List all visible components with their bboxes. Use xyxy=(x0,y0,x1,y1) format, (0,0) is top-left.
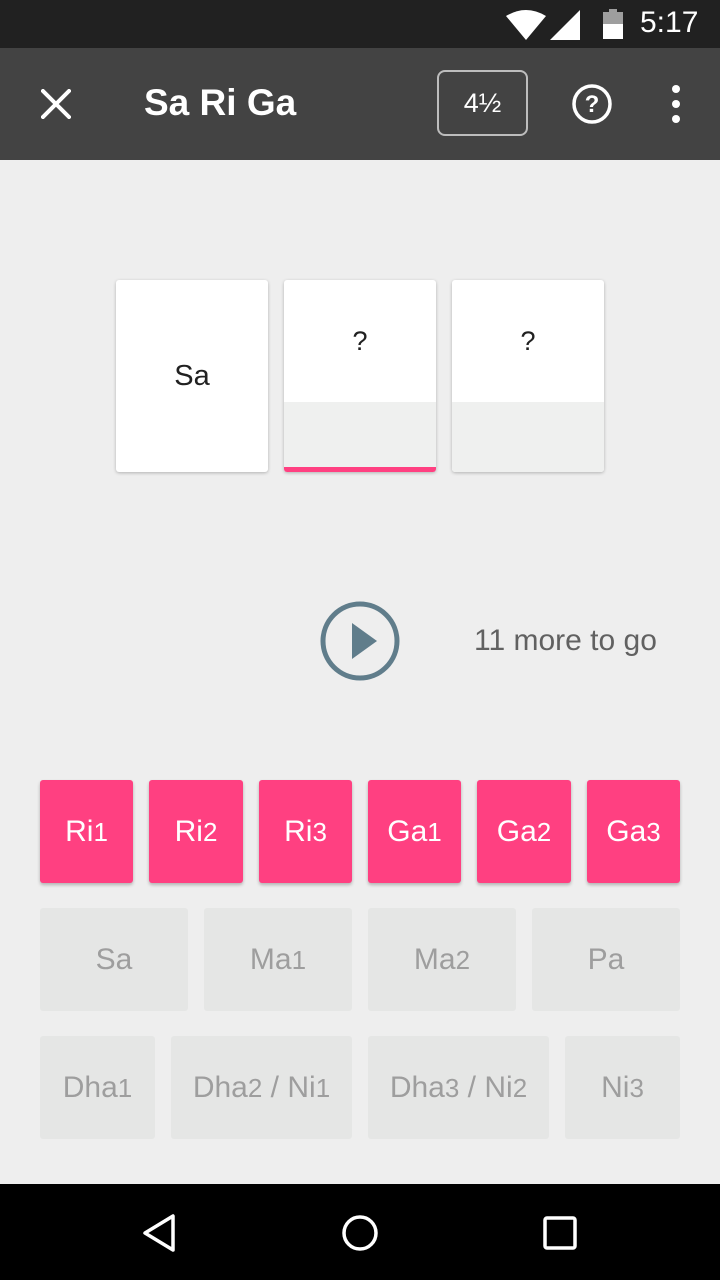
status-bar: 5:17 xyxy=(0,0,720,48)
answer-label: Ri xyxy=(65,814,94,848)
cell-signal-icon xyxy=(550,10,580,40)
answer-label: Ri xyxy=(174,814,203,848)
app-bar: Sa Ri Ga 4½ ? xyxy=(0,48,720,160)
play-icon xyxy=(352,623,377,659)
answer-label: Ga xyxy=(387,814,428,848)
close-icon xyxy=(41,89,71,119)
answer-button-ga2[interactable]: Ga 2 xyxy=(477,780,571,883)
note-card-answer-slot xyxy=(452,402,604,472)
note-card-label: ? xyxy=(520,326,536,356)
answer-label: Ma xyxy=(249,942,292,976)
answer-button-pa: Pa xyxy=(532,908,680,1011)
answer-button-ma1: Ma 1 xyxy=(204,908,352,1011)
answer-label: Ri xyxy=(284,814,313,848)
answer-button-ri3[interactable]: Ri 3 xyxy=(259,780,352,883)
answer-label: Pa xyxy=(587,942,625,976)
answer-button-ga3[interactable]: Ga 3 xyxy=(587,780,680,883)
note-card-label: ? xyxy=(352,326,368,356)
answer-button-ma2: Ma 2 xyxy=(368,908,516,1011)
answer-button-sa: Sa xyxy=(40,908,188,1011)
wifi-icon xyxy=(506,10,546,40)
answer-label: Ga xyxy=(496,814,537,848)
recents-icon[interactable] xyxy=(535,1208,585,1258)
note-card-1: Sa xyxy=(116,280,268,472)
note-card-answer-slot xyxy=(284,402,436,472)
answer-button-dha2-ni1: Dha 2 / Ni 1 xyxy=(171,1036,352,1139)
more-vert-icon[interactable] xyxy=(660,78,692,130)
answer-button-dha3-ni2: Dha 3 / Ni 2 xyxy=(368,1036,549,1139)
svg-text:?: ? xyxy=(585,91,600,118)
home-icon[interactable] xyxy=(335,1208,385,1258)
note-card-label: Sa xyxy=(174,360,210,392)
answer-label: Sa xyxy=(95,942,133,976)
close-button[interactable] xyxy=(28,76,84,132)
battery-icon xyxy=(603,9,623,39)
note-card-3: ? xyxy=(452,280,604,472)
answer-label: Ni xyxy=(601,1070,630,1104)
status-time: 5:17 xyxy=(640,6,699,39)
answer-label: Ga xyxy=(606,814,647,848)
active-card-indicator xyxy=(284,467,436,472)
play-button[interactable] xyxy=(319,600,401,682)
note-card-2: ? xyxy=(284,280,436,472)
answer-label: Dha xyxy=(389,1070,445,1104)
system-nav-bar xyxy=(0,1184,720,1280)
answer-label: / Ni xyxy=(459,1070,513,1104)
help-icon[interactable]: ? xyxy=(566,78,618,130)
remaining-count: 11 more to go xyxy=(474,624,657,657)
level-button[interactable]: 4½ xyxy=(437,70,528,136)
answer-button-ri1[interactable]: Ri 1 xyxy=(40,780,133,883)
back-icon[interactable] xyxy=(135,1208,185,1258)
answer-button-ri2[interactable]: Ri 2 xyxy=(149,780,243,883)
answer-label: Dha xyxy=(62,1070,118,1104)
answer-label: Dha xyxy=(192,1070,248,1104)
page-title: Sa Ri Ga xyxy=(144,82,297,123)
answer-button-ga1[interactable]: Ga 1 xyxy=(368,780,461,883)
answer-label: / Ni xyxy=(262,1070,316,1104)
answer-button-dha1: Dha 1 xyxy=(40,1036,155,1139)
answer-label: Ma xyxy=(413,942,456,976)
answer-button-ni3: Ni 3 xyxy=(565,1036,680,1139)
